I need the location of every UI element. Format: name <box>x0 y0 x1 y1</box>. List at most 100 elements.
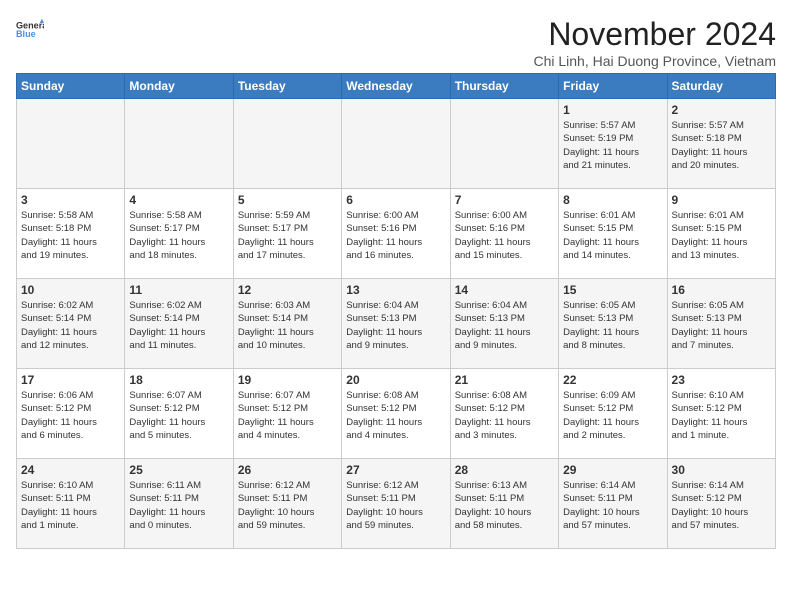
weekday-header-saturday: Saturday <box>667 74 775 99</box>
day-info: Sunrise: 6:01 AM Sunset: 5:15 PM Dayligh… <box>563 209 662 262</box>
svg-text:Blue: Blue <box>16 29 36 39</box>
day-info: Sunrise: 6:10 AM Sunset: 5:12 PM Dayligh… <box>672 389 771 442</box>
calendar-cell: 7Sunrise: 6:00 AM Sunset: 5:16 PM Daylig… <box>450 189 558 279</box>
day-info: Sunrise: 6:07 AM Sunset: 5:12 PM Dayligh… <box>238 389 337 442</box>
weekday-header-tuesday: Tuesday <box>233 74 341 99</box>
day-info: Sunrise: 6:01 AM Sunset: 5:15 PM Dayligh… <box>672 209 771 262</box>
day-number: 27 <box>346 463 445 477</box>
calendar-cell: 3 Sunrise: 5:58 AM Sunset: 5:18 PM Daylig… <box>17 189 125 279</box>
calendar-cell: 15 Sunrise: 6:05 AM Sunset: 5:13 PM Dayli… <box>559 279 667 369</box>
day-number: 19 <box>238 373 337 387</box>
calendar-cell: 21 Sunrise: 6:08 AM Sunset: 5:12 PM Dayli… <box>450 369 558 459</box>
day-number: 18 <box>129 373 228 387</box>
day-info: Sunrise: 6:14 AM Sunset: 5:12 PM Dayligh… <box>672 479 771 532</box>
calendar-cell <box>450 99 558 189</box>
day-number: 11 <box>129 283 228 297</box>
day-number: 15 <box>563 283 662 297</box>
day-number: 12 <box>238 283 337 297</box>
day-number: 14 <box>455 283 554 297</box>
calendar-cell: 1Sunrise: 5:57 AM Sunset: 5:19 PM Daylig… <box>559 99 667 189</box>
calendar-cell: 26 Sunrise: 6:12 AM Sunset: 5:11 PM Dayli… <box>233 459 341 549</box>
calendar-cell: 12 Sunrise: 6:03 AM Sunset: 5:14 PM Dayli… <box>233 279 341 369</box>
day-number: 24 <box>21 463 120 477</box>
month-title: November 2024 <box>533 16 776 53</box>
calendar-cell: 22 Sunrise: 6:09 AM Sunset: 5:12 PM Dayli… <box>559 369 667 459</box>
calendar-cell <box>17 99 125 189</box>
day-info: Sunrise: 6:11 AM Sunset: 5:11 PM Dayligh… <box>129 479 228 532</box>
calendar-cell: 17Sunrise: 6:06 AM Sunset: 5:12 PM Dayli… <box>17 369 125 459</box>
day-number: 21 <box>455 373 554 387</box>
day-info: Sunrise: 6:13 AM Sunset: 5:11 PM Dayligh… <box>455 479 554 532</box>
day-info: Sunrise: 6:12 AM Sunset: 5:11 PM Dayligh… <box>238 479 337 532</box>
day-info: Sunrise: 6:12 AM Sunset: 5:11 PM Dayligh… <box>346 479 445 532</box>
weekday-header-sunday: Sunday <box>17 74 125 99</box>
location: Chi Linh, Hai Duong Province, Vietnam <box>533 53 776 69</box>
calendar-week-1: 1Sunrise: 5:57 AM Sunset: 5:19 PM Daylig… <box>17 99 776 189</box>
day-info: Sunrise: 6:08 AM Sunset: 5:12 PM Dayligh… <box>455 389 554 442</box>
calendar-body: 1Sunrise: 5:57 AM Sunset: 5:19 PM Daylig… <box>17 99 776 549</box>
calendar-cell: 11 Sunrise: 6:02 AM Sunset: 5:14 PM Dayli… <box>125 279 233 369</box>
calendar-cell: 10Sunrise: 6:02 AM Sunset: 5:14 PM Dayli… <box>17 279 125 369</box>
calendar-cell: 28 Sunrise: 6:13 AM Sunset: 5:11 PM Dayli… <box>450 459 558 549</box>
day-info: Sunrise: 5:57 AM Sunset: 5:18 PM Dayligh… <box>672 119 771 172</box>
weekday-header-friday: Friday <box>559 74 667 99</box>
calendar-week-2: 3 Sunrise: 5:58 AM Sunset: 5:18 PM Daylig… <box>17 189 776 279</box>
day-info: Sunrise: 6:14 AM Sunset: 5:11 PM Dayligh… <box>563 479 662 532</box>
day-info: Sunrise: 6:09 AM Sunset: 5:12 PM Dayligh… <box>563 389 662 442</box>
calendar-cell: 30Sunrise: 6:14 AM Sunset: 5:12 PM Dayli… <box>667 459 775 549</box>
day-info: Sunrise: 5:59 AM Sunset: 5:17 PM Dayligh… <box>238 209 337 262</box>
day-info: Sunrise: 6:04 AM Sunset: 5:13 PM Dayligh… <box>455 299 554 352</box>
day-info: Sunrise: 6:10 AM Sunset: 5:11 PM Dayligh… <box>21 479 120 532</box>
day-info: Sunrise: 5:58 AM Sunset: 5:17 PM Dayligh… <box>129 209 228 262</box>
day-number: 8 <box>563 193 662 207</box>
day-info: Sunrise: 5:58 AM Sunset: 5:18 PM Dayligh… <box>21 209 120 262</box>
logo: General Blue <box>16 16 44 44</box>
calendar-cell: 14 Sunrise: 6:04 AM Sunset: 5:13 PM Dayli… <box>450 279 558 369</box>
calendar-cell: 20 Sunrise: 6:08 AM Sunset: 5:12 PM Dayli… <box>342 369 450 459</box>
calendar-cell: 5Sunrise: 5:59 AM Sunset: 5:17 PM Daylig… <box>233 189 341 279</box>
weekday-header-wednesday: Wednesday <box>342 74 450 99</box>
calendar-cell: 19 Sunrise: 6:07 AM Sunset: 5:12 PM Dayli… <box>233 369 341 459</box>
day-number: 28 <box>455 463 554 477</box>
calendar-cell: 24 Sunrise: 6:10 AM Sunset: 5:11 PM Dayli… <box>17 459 125 549</box>
calendar-week-5: 24 Sunrise: 6:10 AM Sunset: 5:11 PM Dayli… <box>17 459 776 549</box>
calendar-cell: 27 Sunrise: 6:12 AM Sunset: 5:11 PM Dayli… <box>342 459 450 549</box>
day-number: 29 <box>563 463 662 477</box>
calendar-cell <box>342 99 450 189</box>
calendar-cell: 6Sunrise: 6:00 AM Sunset: 5:16 PM Daylig… <box>342 189 450 279</box>
day-info: Sunrise: 6:00 AM Sunset: 5:16 PM Dayligh… <box>455 209 554 262</box>
calendar-cell <box>125 99 233 189</box>
day-number: 10 <box>21 283 120 297</box>
calendar-cell: 18Sunrise: 6:07 AM Sunset: 5:12 PM Dayli… <box>125 369 233 459</box>
day-info: Sunrise: 6:03 AM Sunset: 5:14 PM Dayligh… <box>238 299 337 352</box>
day-number: 13 <box>346 283 445 297</box>
day-number: 4 <box>129 193 228 207</box>
weekday-header-row: SundayMondayTuesdayWednesdayThursdayFrid… <box>17 74 776 99</box>
calendar-cell: 23 Sunrise: 6:10 AM Sunset: 5:12 PM Dayli… <box>667 369 775 459</box>
day-info: Sunrise: 6:02 AM Sunset: 5:14 PM Dayligh… <box>129 299 228 352</box>
calendar-cell: 16 Sunrise: 6:05 AM Sunset: 5:13 PM Dayli… <box>667 279 775 369</box>
day-number: 3 <box>21 193 120 207</box>
day-info: Sunrise: 6:00 AM Sunset: 5:16 PM Dayligh… <box>346 209 445 262</box>
day-info: Sunrise: 6:04 AM Sunset: 5:13 PM Dayligh… <box>346 299 445 352</box>
day-number: 23 <box>672 373 771 387</box>
day-number: 22 <box>563 373 662 387</box>
calendar-cell: 25Sunrise: 6:11 AM Sunset: 5:11 PM Dayli… <box>125 459 233 549</box>
day-number: 9 <box>672 193 771 207</box>
calendar-cell: 29 Sunrise: 6:14 AM Sunset: 5:11 PM Dayli… <box>559 459 667 549</box>
calendar-week-3: 10 Sunrise: 6:02 AM Sunset: 5:14 PM Dayli… <box>17 279 776 369</box>
day-info: Sunrise: 6:08 AM Sunset: 5:12 PM Dayligh… <box>346 389 445 442</box>
day-info: Sunrise: 6:05 AM Sunset: 5:13 PM Dayligh… <box>672 299 771 352</box>
day-number: 20 <box>346 373 445 387</box>
calendar-cell: 9 Sunrise: 6:01 AM Sunset: 5:15 PM Daylig… <box>667 189 775 279</box>
weekday-header-monday: Monday <box>125 74 233 99</box>
calendar-cell: 4 Sunrise: 5:58 AM Sunset: 5:17 PM Daylig… <box>125 189 233 279</box>
calendar-cell: 13 Sunrise: 6:04 AM Sunset: 5:13 PM Dayli… <box>342 279 450 369</box>
logo-icon: General Blue <box>16 16 44 44</box>
day-number: 16 <box>672 283 771 297</box>
day-number: 2 <box>672 103 771 117</box>
day-info: Sunrise: 6:05 AM Sunset: 5:13 PM Dayligh… <box>563 299 662 352</box>
page-header: General Blue November 2024 Chi Linh, Hai… <box>16 16 776 69</box>
day-number: 26 <box>238 463 337 477</box>
day-number: 1 <box>563 103 662 117</box>
